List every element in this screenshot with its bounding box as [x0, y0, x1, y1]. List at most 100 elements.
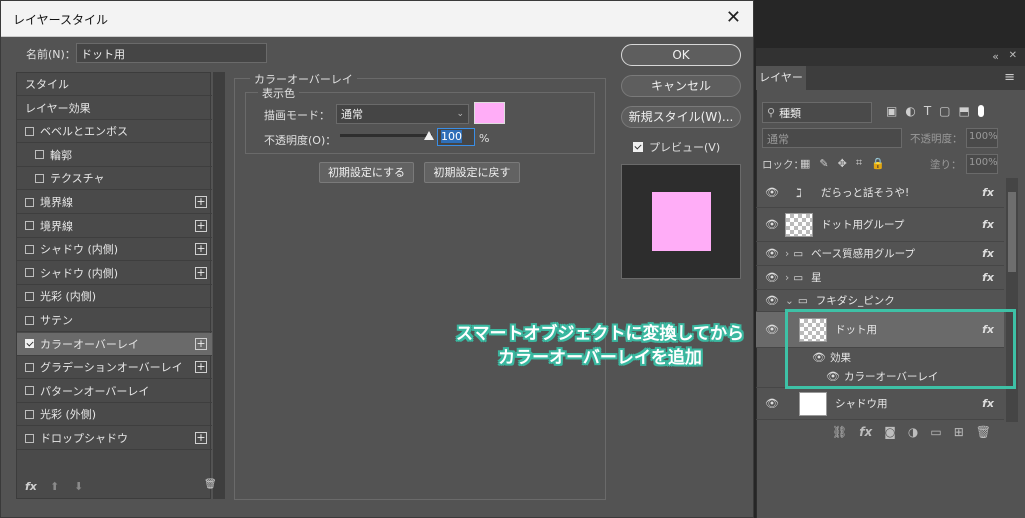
lock-all-icon[interactable]: 🔒 — [871, 157, 885, 170]
add-effect-icon[interactable]: + — [195, 337, 207, 350]
preview-checkbox[interactable] — [633, 142, 643, 152]
add-effect-icon[interactable]: + — [195, 361, 207, 374]
visibility-eye-icon[interactable]: 👁 — [765, 271, 779, 284]
new-style-button[interactable]: 新規スタイル(W)... — [621, 106, 741, 128]
opacity-slider-track[interactable] — [340, 134, 432, 137]
style-list-item[interactable]: カラーオーバーレイ + — [17, 332, 212, 356]
fx-badge-icon[interactable]: fx — [982, 271, 994, 284]
fx-icon[interactable]: fx — [25, 480, 37, 493]
fx-badge-icon[interactable]: fx — [982, 218, 994, 231]
style-list-item[interactable]: 光彩 (外側) — [17, 403, 212, 427]
style-checkbox[interactable] — [25, 339, 34, 349]
expand-chevron-icon[interactable]: › — [785, 272, 789, 284]
style-list-item[interactable]: サテン — [17, 309, 212, 332]
style-list-item[interactable]: シャドウ (内側) + — [17, 238, 212, 262]
close-icon[interactable]: ✕ — [726, 7, 741, 28]
preview-toggle[interactable]: プレビュー(V) — [633, 139, 720, 155]
style-checkbox[interactable] — [25, 126, 34, 136]
lock-move-icon[interactable]: ✥ — [838, 157, 847, 170]
layer-row[interactable]: 👁 ドット用グループ fx — [756, 208, 1004, 242]
style-checkbox[interactable] — [25, 386, 34, 396]
style-checkbox[interactable] — [25, 362, 34, 372]
add-effect-icon[interactable]: + — [195, 266, 207, 279]
style-list-item[interactable]: 光彩 (内側) — [17, 285, 212, 309]
style-list-item[interactable]: レイヤー効果 — [17, 97, 212, 120]
add-effect-icon[interactable]: + — [195, 196, 207, 208]
layer-blend-select[interactable]: 通常 — [762, 128, 902, 148]
fx-badge-icon[interactable]: fx — [982, 247, 994, 260]
filter-toggle-icon[interactable] — [977, 105, 984, 117]
ok-button[interactable]: OK — [621, 44, 741, 66]
fill-field[interactable]: 100% — [966, 154, 998, 174]
blend-mode-select[interactable]: 通常 ⌄ — [336, 104, 469, 124]
collapse-chevron-icon[interactable]: ⌄ — [785, 295, 794, 307]
trash-icon[interactable]: 🗑 — [204, 479, 217, 490]
style-checkbox[interactable] — [25, 244, 34, 254]
visibility-eye-icon[interactable]: 👁 — [765, 218, 779, 231]
style-list-scrollbar[interactable] — [213, 72, 225, 499]
add-effect-icon[interactable]: + — [195, 432, 207, 444]
fx-badge-icon[interactable]: fx — [982, 397, 994, 410]
link-icon[interactable]: ⛓ — [832, 425, 847, 439]
layer-opacity-field[interactable]: 100% — [966, 128, 998, 148]
style-list-item[interactable]: テクスチャ — [17, 167, 212, 191]
add-style-icon[interactable]: fx — [859, 425, 872, 439]
visibility-eye-icon[interactable]: 👁 — [765, 186, 779, 199]
style-list-item[interactable]: シャドウ (内側) + — [17, 262, 212, 285]
layer-row[interactable]: 👁 シャドウ用 fx — [756, 388, 1004, 420]
delete-layer-icon[interactable]: 🗑 — [976, 425, 991, 439]
style-list-item[interactable]: スタイル — [17, 73, 212, 96]
style-checkbox[interactable] — [25, 315, 34, 325]
overlay-color-swatch[interactable] — [474, 102, 505, 124]
visibility-eye-icon[interactable]: 👁 — [765, 247, 779, 260]
mask-icon[interactable]: ◙ — [884, 425, 896, 439]
style-list-item[interactable]: 境界線 + — [17, 191, 212, 214]
layers-scrollbar-thumb[interactable] — [1008, 192, 1016, 272]
style-checkbox[interactable] — [35, 150, 44, 160]
layer-row[interactable]: 👁 › ▭ 星 fx — [756, 266, 1004, 290]
restore-default-button[interactable]: 初期設定に戻す — [424, 162, 520, 183]
opacity-input[interactable]: 100 — [437, 128, 475, 146]
new-layer-icon[interactable]: ⊞ — [954, 425, 964, 439]
style-list-item[interactable]: ベベルとエンボス — [17, 120, 212, 144]
style-checkbox[interactable] — [25, 268, 34, 278]
reset-default-button[interactable]: 初期設定にする — [319, 162, 414, 183]
style-checkbox[interactable] — [25, 409, 34, 419]
tab-layers[interactable]: レイヤー — [756, 66, 806, 90]
style-checkbox[interactable] — [25, 221, 34, 231]
smart-filter-icon[interactable]: ⬒ — [959, 104, 970, 118]
collapse-icon[interactable]: « — [992, 50, 999, 63]
shape-filter-icon[interactable]: ▢ — [939, 104, 950, 118]
layer-filter-select[interactable]: ⚲ 種類 — [762, 102, 872, 123]
lock-paint-icon[interactable]: ✎ — [819, 157, 828, 170]
visibility-eye-icon[interactable]: 👁 — [765, 294, 779, 307]
image-filter-icon[interactable]: ▣ — [886, 104, 897, 118]
panel-close-icon[interactable]: ✕ — [1009, 50, 1017, 61]
type-filter-icon[interactable]: T — [924, 104, 931, 118]
style-list-item[interactable]: 輪郭 — [17, 144, 212, 167]
style-list-item[interactable]: パターンオーバーレイ — [17, 380, 212, 403]
cancel-button[interactable]: キャンセル — [621, 75, 741, 97]
lock-transparency-icon[interactable]: ▦ — [800, 157, 810, 170]
visibility-eye-icon[interactable]: 👁 — [765, 397, 779, 410]
panel-menu-icon[interactable]: ≡ — [1004, 70, 1015, 85]
style-checkbox[interactable] — [25, 197, 34, 207]
opacity-slider-thumb[interactable] — [424, 131, 434, 140]
name-field[interactable]: ドット用 — [76, 43, 267, 63]
move-up-icon[interactable]: ⬆ — [50, 480, 59, 493]
add-effect-icon[interactable]: + — [195, 219, 207, 232]
lock-artboard-icon[interactable]: ⌗ — [856, 156, 862, 170]
style-checkbox[interactable] — [25, 433, 34, 443]
adjustment-filter-icon[interactable]: ◐ — [905, 104, 915, 118]
add-effect-icon[interactable]: + — [195, 243, 207, 256]
adjustment-icon[interactable]: ◑ — [908, 425, 918, 439]
new-group-icon[interactable]: ▭ — [930, 425, 941, 439]
style-list-item[interactable]: ドロップシャドウ + — [17, 427, 212, 450]
style-checkbox[interactable] — [25, 291, 34, 301]
layer-row[interactable]: 👁 › ▭ ベース質感用グループ fx — [756, 242, 1004, 266]
layer-row[interactable]: 👁 ℷ だらっと話そうや! fx — [756, 178, 1004, 208]
style-list-item[interactable]: 境界線 + — [17, 215, 212, 238]
move-down-icon[interactable]: ⬇ — [74, 480, 83, 493]
style-list-item[interactable]: グラデーションオーバーレイ + — [17, 356, 212, 380]
style-checkbox[interactable] — [35, 173, 44, 183]
